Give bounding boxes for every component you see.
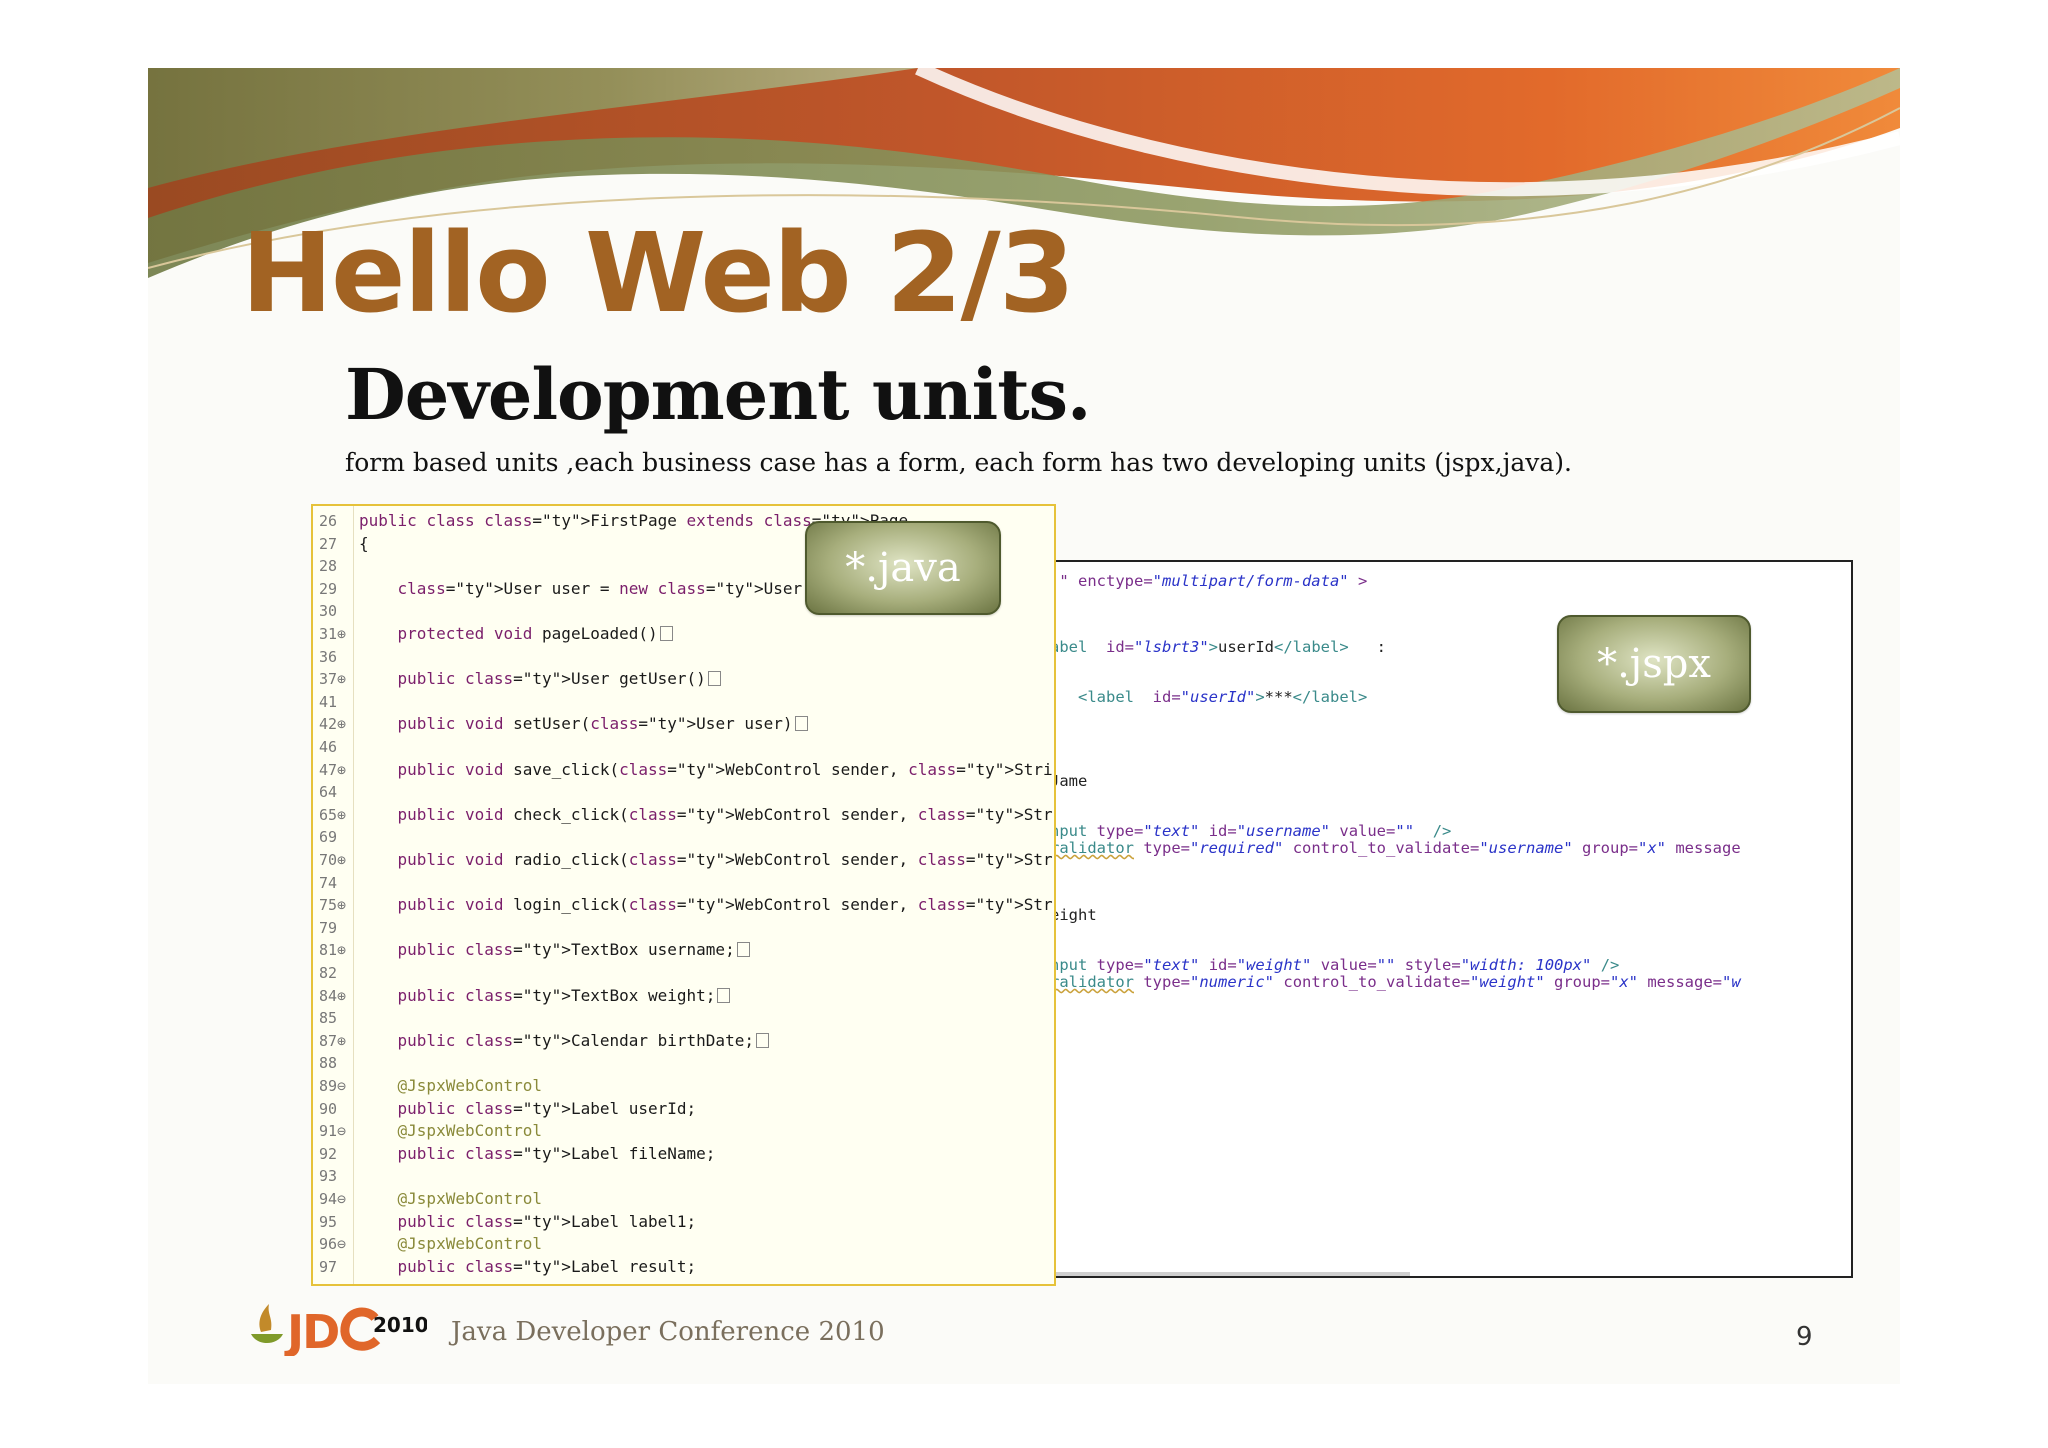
- code-line: protected void pageLoaded(): [359, 624, 673, 643]
- footer-conference-name: Java Developer Conference 2010: [451, 1317, 885, 1347]
- java-badge-label: *.java: [845, 545, 961, 591]
- line-number: 89⊖: [319, 1077, 347, 1095]
- code-line: public void save_click(class="ty">WebCon…: [359, 760, 1054, 779]
- slide: Hello Web 2/3 Development units. form ba…: [148, 68, 1900, 1384]
- line-number: 64: [319, 783, 338, 802]
- code-line: @JspxWebControl: [397, 1121, 543, 1141]
- line-number: 42⊕: [319, 715, 347, 734]
- line-number: 81⊕: [319, 941, 347, 960]
- line-number: 87⊕: [319, 1031, 347, 1050]
- jdc-2010-logo: JD 2010: [251, 1304, 427, 1356]
- line-number: 97: [319, 1257, 338, 1276]
- line-number: 82: [319, 964, 338, 982]
- line-number: 70⊕: [319, 851, 347, 869]
- code-line: @JspxWebControl: [397, 1189, 543, 1208]
- code-line: @JspxWebControl: [397, 1234, 543, 1254]
- code-line: public class="ty">TextBox username;: [359, 940, 750, 959]
- collapsed-block-icon[interactable]: [717, 987, 731, 1003]
- code-line: public class="ty">Label userId;: [397, 1098, 697, 1118]
- line-number: 91⊖: [319, 1122, 347, 1141]
- line-number: 95: [319, 1212, 338, 1231]
- code-line: {: [359, 533, 369, 553]
- line-number: 26: [319, 512, 338, 530]
- line-number: 90: [319, 1099, 338, 1118]
- code-line: public class="ty">Label result;: [397, 1256, 697, 1276]
- line-number: 47⊕: [319, 760, 347, 779]
- line-number: 29: [319, 579, 338, 598]
- code-line: public class="ty">TextBox weight;: [359, 986, 731, 1005]
- jspx-line: eight: [1050, 906, 1097, 924]
- collapsed-block-icon[interactable]: [755, 1032, 769, 1048]
- jspx-line: abel id="lsbrt3">userId</label> :: [1050, 638, 1386, 656]
- java-code-panel: 26 public class class="ty">FirstPage exte…: [311, 504, 1056, 1286]
- line-number: 36: [319, 647, 338, 666]
- jspx-line: nput type="text" id="weight" value="" st…: [1050, 956, 1620, 974]
- line-number: 37⊕: [319, 670, 347, 689]
- line-number: 92: [319, 1144, 338, 1163]
- jspx-line: <label id="userId">***</label>: [1078, 688, 1368, 706]
- collapsed-block-icon[interactable]: [736, 942, 750, 958]
- jspx-badge: *.jspx: [1557, 615, 1751, 713]
- line-number: 79: [319, 918, 338, 937]
- horizontal-scrollbar[interactable]: [1050, 1272, 1410, 1276]
- line-number: 46: [319, 738, 338, 756]
- page-number: 9: [1796, 1322, 1813, 1352]
- code-line: public void login_click(class="ty">WebCo…: [359, 895, 1054, 914]
- jspx-line: :" enctype="multipart/form-data" >: [1050, 572, 1368, 590]
- code-line: public class="ty">Label label1;: [397, 1211, 697, 1231]
- line-number: 69: [319, 828, 338, 847]
- line-number: 88: [319, 1054, 338, 1073]
- line-number: 93: [319, 1167, 338, 1186]
- line-number: 85: [319, 1009, 338, 1028]
- line-number: 75⊕: [319, 896, 347, 915]
- collapsed-block-icon[interactable]: [707, 671, 721, 687]
- jspx-line: ralidator type="required" control_to_val…: [1050, 839, 1741, 857]
- line-number: 84⊕: [319, 986, 347, 1005]
- slide-title: Hello Web 2/3: [241, 209, 1075, 337]
- line-number: 94⊖: [319, 1190, 347, 1208]
- line-number: 30: [319, 602, 338, 621]
- code-line: public void check_click(class="ty">WebCo…: [359, 805, 1054, 824]
- slide-subtitle: Development units.: [345, 353, 1091, 436]
- code-line: public class="ty">Calendar birthDate;: [359, 1031, 769, 1050]
- line-number: 31⊕: [319, 625, 347, 643]
- code-line: public class="ty">Label fileName;: [397, 1143, 716, 1163]
- collapsed-block-icon[interactable]: [659, 626, 673, 641]
- jspx-badge-label: *.jspx: [1597, 641, 1711, 687]
- java-badge: *.java: [805, 521, 1001, 615]
- svg-text:JD: JD: [284, 1305, 338, 1356]
- line-number: 41: [319, 692, 338, 711]
- slide-description: form based units ,each business case has…: [345, 448, 1572, 477]
- code-line: public class="ty">User getUser(): [359, 669, 721, 688]
- line-number: 65⊕: [319, 805, 347, 824]
- line-number: 74: [319, 873, 338, 892]
- jspx-line: nput type="text" id="username" value="" …: [1050, 822, 1452, 840]
- line-number: 96⊖: [319, 1235, 347, 1254]
- code-line: class="ty">User user = new class="ty">Us…: [397, 578, 832, 598]
- code-line: @JspxWebControl: [397, 1076, 543, 1095]
- jspx-line: ralidator type="numeric" control_to_vali…: [1050, 973, 1741, 991]
- line-number: 28: [319, 557, 338, 576]
- code-line: public void setUser(class="ty">User user…: [359, 714, 808, 733]
- svg-text:2010: 2010: [373, 1313, 427, 1337]
- line-number: 27: [319, 534, 338, 553]
- code-line: public void radio_click(class="ty">WebCo…: [359, 850, 1054, 869]
- collapsed-block-icon[interactable]: [794, 716, 808, 732]
